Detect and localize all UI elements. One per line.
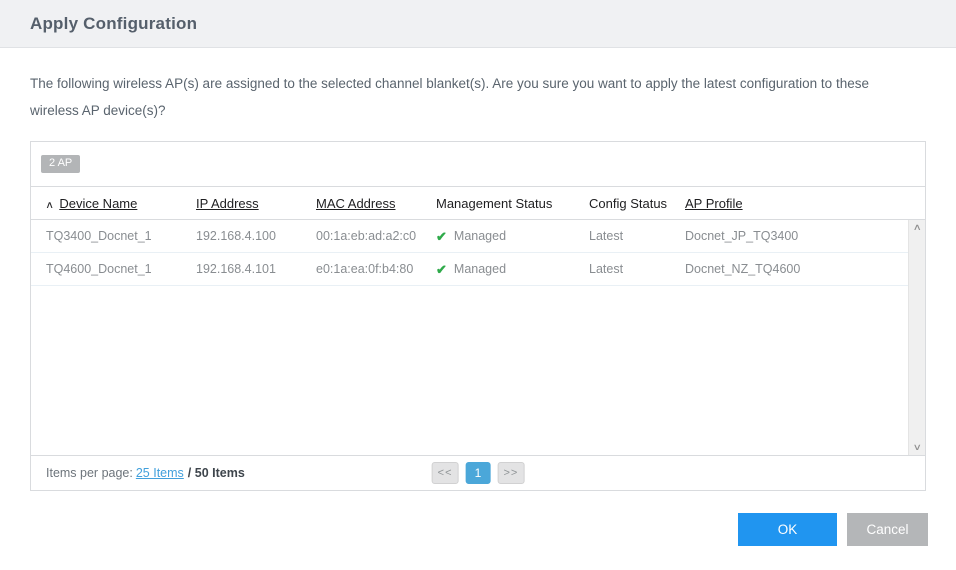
table-row[interactable]: TQ4600_Docnet_1 192.168.4.101 e0:1a:ea:0… <box>31 253 925 286</box>
cell-mac-address: e0:1a:ea:0f:b4:80 <box>316 262 414 276</box>
cell-ap-profile: Docnet_JP_TQ3400 <box>685 229 799 243</box>
prev-page-button[interactable]: << <box>431 462 459 484</box>
vertical-scrollbar[interactable]: ∧ ∨ <box>908 220 925 455</box>
cell-ip-address: 192.168.4.100 <box>196 229 276 243</box>
managed-check-icon: ✔ <box>436 262 447 276</box>
scroll-down-icon[interactable]: ∨ <box>912 443 921 452</box>
items-per-page: Items per page: 25 Items/ 50 Items <box>46 466 245 480</box>
dialog-footer: OK Cancel <box>0 513 928 546</box>
pagination-bar: Items per page: 25 Items/ 50 Items << 1 >… <box>31 455 925 490</box>
cell-ip-address: 192.168.4.101 <box>196 262 276 276</box>
table-header-row: ∧ Device Name IP Address MAC Address Mana… <box>31 187 925 220</box>
cell-config-status: Latest <box>589 229 624 243</box>
table-body: TQ3400_Docnet_1 192.168.4.100 00:1a:eb:a… <box>31 220 925 455</box>
ok-button[interactable]: OK <box>738 513 837 546</box>
cell-management-status: ✔ Managed <box>436 262 589 276</box>
ap-table-panel: 2 AP ∧ Device Name IP Address MAC Address… <box>30 141 926 491</box>
current-page-button[interactable]: 1 <box>465 462 491 484</box>
dialog-header: Apply Configuration <box>0 0 956 48</box>
column-header-management-status: Management Status <box>436 195 553 211</box>
column-header-ap-profile[interactable]: AP Profile <box>685 196 925 211</box>
total-items-label: / 50 Items <box>187 466 245 480</box>
cell-config-status: Latest <box>589 262 624 276</box>
next-page-button[interactable]: >> <box>497 462 525 484</box>
pager: << 1 >> <box>431 462 525 484</box>
column-header-device-name[interactable]: ∧ Device Name <box>45 196 196 211</box>
column-header-mac-address[interactable]: MAC Address <box>316 196 436 211</box>
page-title: Apply Configuration <box>30 13 198 33</box>
confirmation-message: The following wireless AP(s) are assigne… <box>30 76 869 118</box>
ap-count-badge: 2 AP <box>41 155 81 173</box>
column-header-ip-address[interactable]: IP Address <box>196 196 316 211</box>
management-status-text: Managed <box>453 262 507 276</box>
items-per-page-link[interactable]: 25 Items <box>136 466 184 480</box>
cell-mac-address: 00:1a:eb:ad:a2:c0 <box>316 229 417 243</box>
scroll-up-icon[interactable]: ∧ <box>912 223 921 232</box>
table-toolbar: 2 AP <box>31 142 925 187</box>
managed-check-icon: ✔ <box>436 229 447 243</box>
items-per-page-label: Items per page: <box>46 466 133 480</box>
sort-asc-icon: ∧ <box>45 199 55 211</box>
cancel-button[interactable]: Cancel <box>847 513 928 546</box>
cell-device-name: TQ4600_Docnet_1 <box>46 262 152 276</box>
cell-management-status: ✔ Managed <box>436 229 589 243</box>
management-status-text: Managed <box>453 229 507 243</box>
table-row[interactable]: TQ3400_Docnet_1 192.168.4.100 00:1a:eb:a… <box>31 220 925 253</box>
cell-device-name: TQ3400_Docnet_1 <box>46 229 152 243</box>
column-header-config-status: Config Status <box>589 195 668 211</box>
cell-ap-profile: Docnet_NZ_TQ4600 <box>685 262 801 276</box>
